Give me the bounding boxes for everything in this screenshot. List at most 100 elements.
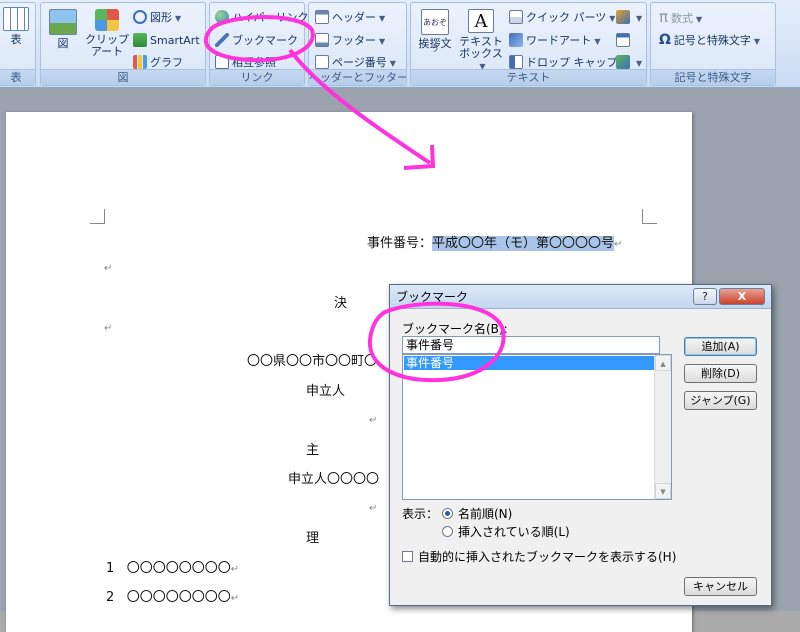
table-button[interactable]: 表: [0, 7, 33, 46]
picture-button[interactable]: 図: [45, 9, 81, 50]
chevron-down-icon: ▼: [389, 59, 396, 68]
display-label: 表示：: [402, 507, 439, 521]
bookmark-name-input[interactable]: 事件番号: [402, 336, 660, 354]
ribbon-group-links: ハイパーリンク ブックマーク 相互参照 リンク: [209, 2, 309, 86]
date-time-button[interactable]: [616, 33, 633, 48]
table-label: 表: [10, 33, 22, 46]
ribbon-group-illustrations: 図 クリップ アート 図形 ▼ SmartArt グラフ 図: [40, 2, 206, 86]
paragraph-mark: ↵: [230, 564, 240, 575]
group-label-symbols: 記号と特殊文字: [651, 69, 775, 85]
drop-cap-icon: [509, 55, 523, 69]
smartart-button[interactable]: SmartArt: [133, 33, 200, 48]
bookmark-button[interactable]: ブックマーク: [215, 33, 298, 48]
chevron-down-icon: ▼: [379, 37, 386, 46]
sort-by-location-label[interactable]: 挿入されている順(L): [458, 523, 570, 540]
case-number-label: 事件番号：: [367, 236, 433, 251]
globe-icon: [215, 10, 229, 24]
paragraph-mark: ↵: [369, 503, 378, 514]
paragraph-mark: ↵: [104, 263, 113, 274]
textbox-label-2: ボックス: [459, 47, 503, 60]
show-hidden-checkbox[interactable]: [402, 551, 413, 562]
chart-button[interactable]: グラフ: [133, 55, 183, 70]
sort-by-location-radio[interactable]: [442, 526, 453, 537]
smartart-label: SmartArt: [150, 34, 200, 47]
jump-button[interactable]: ジャンプ(G): [684, 391, 757, 410]
vertical-scrollbar[interactable]: ▲ ▼: [654, 355, 671, 499]
header-button[interactable]: ヘッダー ▼: [315, 10, 385, 26]
help-button[interactable]: ?: [693, 288, 717, 305]
greeting-label: 挨拶文: [418, 37, 452, 50]
header-icon: [315, 10, 329, 24]
page-number-label: ページ番号: [332, 56, 387, 69]
omega-icon: Ω: [659, 32, 671, 48]
paragraph-mark: ↵: [104, 323, 113, 334]
equation-button[interactable]: π 数式 ▼: [659, 10, 702, 27]
clipart-button[interactable]: クリップ アート: [85, 9, 129, 58]
header-label: ヘッダー: [332, 11, 376, 24]
group-label-header-footer: ヘッダーとフッター: [309, 69, 406, 85]
case-number-selection[interactable]: 平成〇〇年（モ）第〇〇〇〇号: [432, 236, 615, 251]
ribbon-group-table: 表 表: [0, 2, 36, 86]
sort-by-name-label[interactable]: 名前順(N): [458, 505, 512, 522]
address-line: 〇〇県〇〇市〇〇町〇: [247, 354, 378, 369]
chevron-down-icon: ▼: [609, 14, 616, 23]
picture-icon: [49, 9, 77, 35]
quick-parts-label: クイック パーツ: [526, 11, 607, 24]
chevron-down-icon: ▼: [753, 37, 761, 46]
bookmark-list[interactable]: 事件番号 ▲ ▼: [402, 354, 672, 500]
group-label-illustrations: 図: [41, 69, 205, 85]
list-item-text: 〇〇〇〇〇〇〇〇: [126, 561, 231, 576]
symbol-button[interactable]: Ω 記号と特殊文字 ▼: [659, 33, 760, 49]
bookmark-label: ブックマーク: [232, 34, 298, 47]
page-number-icon: [315, 55, 329, 69]
group-label-table: 表: [0, 69, 35, 85]
cross-reference-label: 相互参照: [232, 56, 276, 69]
delete-button[interactable]: 削除(D): [684, 364, 757, 383]
reason-heading: 理: [306, 531, 320, 546]
cancel-button[interactable]: キャンセル: [684, 577, 757, 596]
paragraph-mark: ↵: [614, 239, 623, 250]
group-label-links: リンク: [210, 69, 304, 85]
clipart-icon: [95, 9, 119, 31]
scroll-down-icon[interactable]: ▼: [655, 483, 671, 499]
add-button[interactable]: 追加(A): [684, 337, 757, 356]
greeting-icon: あおぞう: [421, 9, 449, 53]
chart-icon: [133, 55, 147, 69]
close-button[interactable]: X: [719, 288, 765, 305]
wordart-icon: [509, 33, 523, 47]
bookmark-icon: [215, 33, 229, 47]
quick-parts-icon: [509, 10, 523, 24]
textbox-button[interactable]: A テキスト ボックス▼: [457, 9, 505, 73]
chevron-down-icon: ▼: [696, 15, 703, 24]
applicant-line: 申立人〇〇〇〇: [288, 472, 380, 487]
quick-parts-button[interactable]: クイック パーツ ▼: [509, 10, 615, 26]
wordart-button[interactable]: ワードアート ▼: [509, 33, 601, 49]
show-hidden-label[interactable]: 自動的に挿入されたブックマークを表示する(H): [418, 548, 676, 565]
ribbon-group-header-footer: ヘッダー ▼ フッター ▼ ページ番号 ▼ ヘッダーとフッター: [308, 2, 407, 86]
cross-reference-button[interactable]: 相互参照: [215, 55, 276, 70]
bookmark-dialog: ブックマーク ? X ブックマーク名(B): 事件番号 事件番号 ▲ ▼ 追加(…: [389, 284, 772, 606]
crop-mark-top-right: [642, 209, 657, 224]
footer-button[interactable]: フッター ▼: [315, 33, 385, 49]
chevron-down-icon: ▼: [636, 14, 643, 23]
clipart-label-2: アート: [90, 45, 124, 58]
dialog-title: ブックマーク: [396, 290, 469, 304]
pi-icon: π: [659, 8, 669, 26]
drop-cap-label: ドロップ キャップ: [526, 56, 618, 69]
shapes-button[interactable]: 図形 ▼: [133, 10, 181, 26]
sort-by-name-radio[interactable]: [442, 508, 453, 519]
textbox-icon: A: [468, 9, 494, 33]
signature-button[interactable]: ▼: [616, 10, 642, 26]
bookmark-list-item[interactable]: 事件番号: [404, 356, 655, 370]
chevron-down-icon: ▼: [594, 37, 601, 46]
scroll-up-icon[interactable]: ▲: [655, 355, 671, 371]
footer-icon: [315, 33, 329, 47]
hyperlink-button[interactable]: ハイパーリンク: [215, 10, 309, 25]
chevron-down-icon: ▼: [636, 59, 643, 68]
list-item-1: 1 〇〇〇〇〇〇〇〇↵: [106, 557, 239, 576]
equation-label: 数式: [671, 12, 694, 25]
greeting-button[interactable]: あおぞう 挨拶文: [413, 9, 457, 53]
list-item-2: 2 〇〇〇〇〇〇〇〇↵: [106, 586, 239, 605]
case-number-line[interactable]: 事件番号：平成〇〇年（モ）第〇〇〇〇号↵: [367, 232, 622, 251]
symbol-label: 記号と特殊文字: [673, 34, 751, 47]
